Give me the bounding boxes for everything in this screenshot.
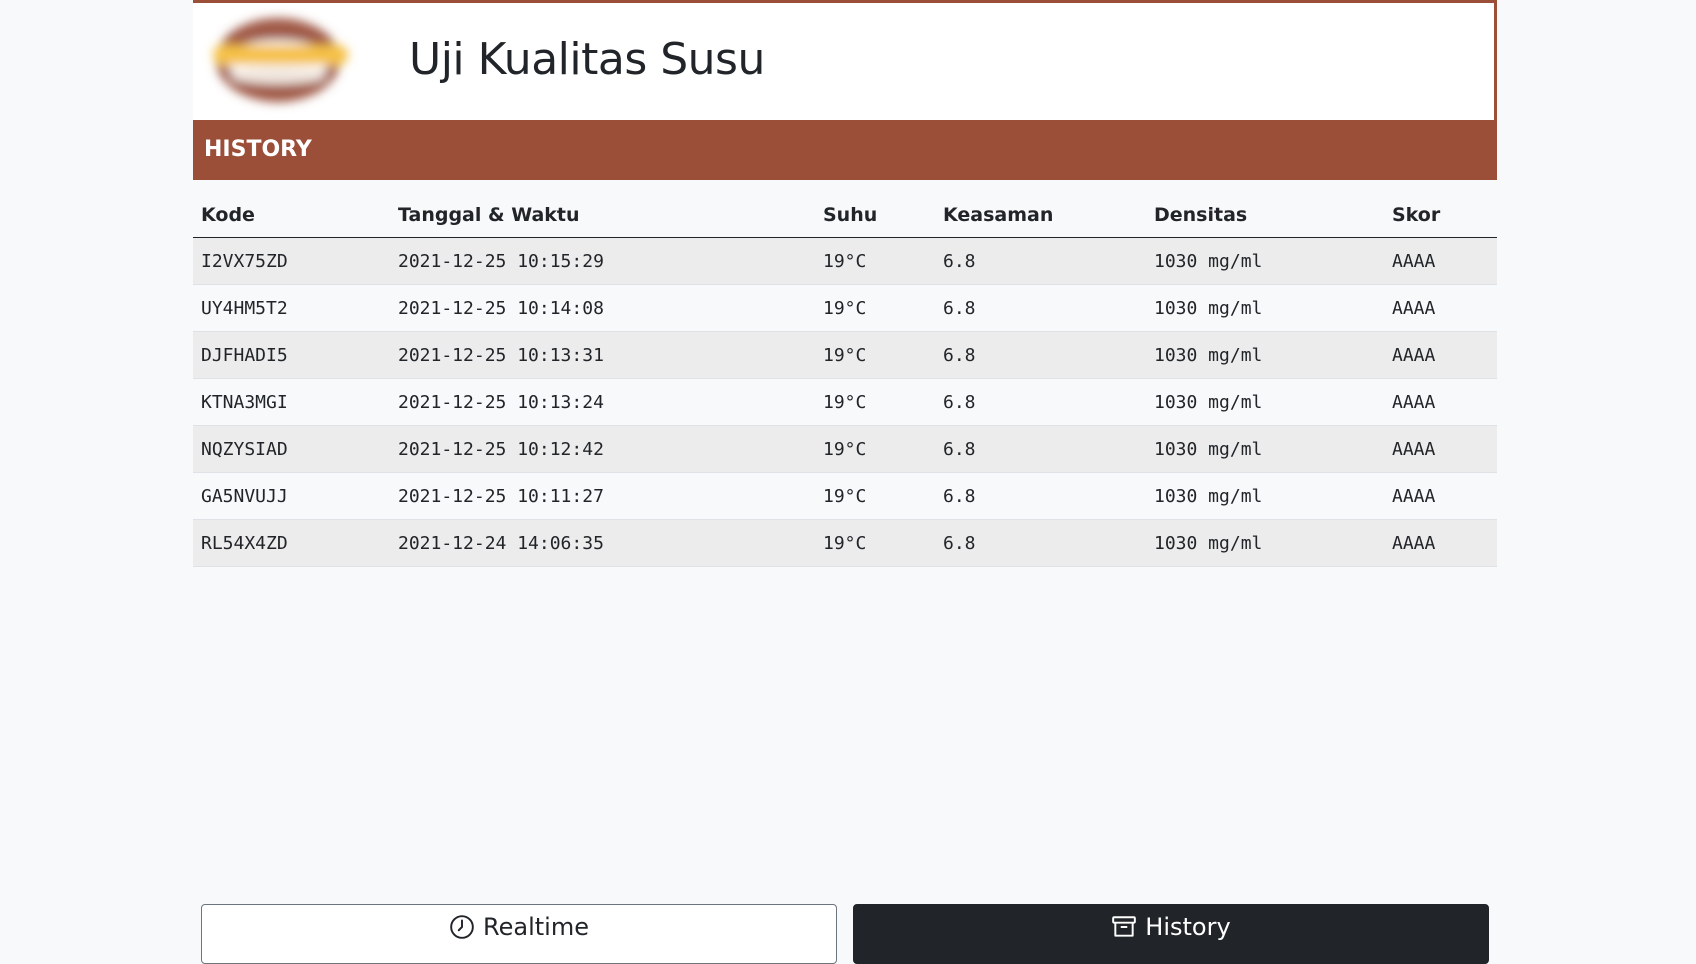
cell-tanggal: 2021-12-25 10:11:27 [390,472,815,520]
cell-skor: AAAA [1384,519,1497,567]
cell-kode: RL54X4ZD [193,519,390,567]
cell-tanggal: 2021-12-25 10:13:24 [390,378,815,426]
column-header-densitas: Densitas [1146,193,1384,238]
cell-densitas: 1030 mg/ml [1146,425,1384,473]
column-header-keasaman: Keasaman [935,193,1146,238]
realtime-button[interactable]: Realtime [201,904,837,964]
cell-skor: AAAA [1384,237,1497,285]
cell-keasaman: 6.8 [935,425,1146,473]
table-row: I2VX75ZD 2021-12-25 10:15:29 19°C 6.8 10… [193,237,1497,285]
cell-kode: NQZYSIAD [193,425,390,473]
history-button[interactable]: History [853,904,1489,964]
column-header-kode: Kode [193,193,390,238]
cell-tanggal: 2021-12-24 14:06:35 [390,519,815,567]
cell-suhu: 19°C [815,425,935,473]
cell-suhu: 19°C [815,378,935,426]
cell-kode: GA5NVUJJ [193,472,390,520]
table-row: GA5NVUJJ 2021-12-25 10:11:27 19°C 6.8 10… [193,472,1497,520]
cell-keasaman: 6.8 [935,331,1146,379]
app-header: Uji Kualitas Susu [193,0,1497,120]
cell-kode: I2VX75ZD [193,237,390,285]
archive-icon [1112,916,1137,937]
cell-tanggal: 2021-12-25 10:12:42 [390,425,815,473]
cell-densitas: 1030 mg/ml [1146,237,1384,285]
cell-densitas: 1030 mg/ml [1146,378,1384,426]
table-row: RL54X4ZD 2021-12-24 14:06:35 19°C 6.8 10… [193,519,1497,567]
column-header-skor: Skor [1384,193,1497,238]
cell-tanggal: 2021-12-25 10:14:08 [390,284,815,332]
cell-suhu: 19°C [815,519,935,567]
cell-skor: AAAA [1384,472,1497,520]
history-button-label: History [1145,913,1231,941]
cell-densitas: 1030 mg/ml [1146,519,1384,567]
cell-tanggal: 2021-12-25 10:13:31 [390,331,815,379]
cell-keasaman: 6.8 [935,472,1146,520]
cell-kode: UY4HM5T2 [193,284,390,332]
app-title: Uji Kualitas Susu [409,34,765,85]
cell-suhu: 19°C [815,284,935,332]
cell-suhu: 19°C [815,331,935,379]
cell-tanggal: 2021-12-25 10:15:29 [390,237,815,285]
table-header-row: Kode Tanggal & Waktu Suhu Keasaman Densi… [193,193,1497,238]
cell-keasaman: 6.8 [935,378,1146,426]
cell-skor: AAAA [1384,284,1497,332]
cell-densitas: 1030 mg/ml [1146,331,1384,379]
cell-densitas: 1030 mg/ml [1146,472,1384,520]
cell-suhu: 19°C [815,237,935,285]
cell-keasaman: 6.8 [935,237,1146,285]
clock-icon [450,915,474,939]
cell-skor: AAAA [1384,378,1497,426]
cell-kode: DJFHADI5 [193,331,390,379]
table-row: KTNA3MGI 2021-12-25 10:13:24 19°C 6.8 10… [193,378,1497,426]
cell-densitas: 1030 mg/ml [1146,284,1384,332]
bottom-navigation: Realtime History [201,904,1489,964]
cell-keasaman: 6.8 [935,284,1146,332]
history-section-header: HISTORY [193,120,1497,180]
cell-kode: KTNA3MGI [193,378,390,426]
page-container: Uji Kualitas Susu HISTORY Kode Tanggal &… [193,0,1497,567]
table-row: UY4HM5T2 2021-12-25 10:14:08 19°C 6.8 10… [193,284,1497,332]
history-table: Kode Tanggal & Waktu Suhu Keasaman Densi… [193,193,1497,567]
cell-skor: AAAA [1384,425,1497,473]
column-header-suhu: Suhu [815,193,935,238]
table-row: NQZYSIAD 2021-12-25 10:12:42 19°C 6.8 10… [193,425,1497,473]
realtime-button-label: Realtime [483,913,589,941]
table-row: DJFHADI5 2021-12-25 10:13:31 19°C 6.8 10… [193,331,1497,379]
app-logo [213,18,348,102]
cell-keasaman: 6.8 [935,519,1146,567]
cell-skor: AAAA [1384,331,1497,379]
cell-suhu: 19°C [815,472,935,520]
column-header-tanggal: Tanggal & Waktu [390,193,815,238]
